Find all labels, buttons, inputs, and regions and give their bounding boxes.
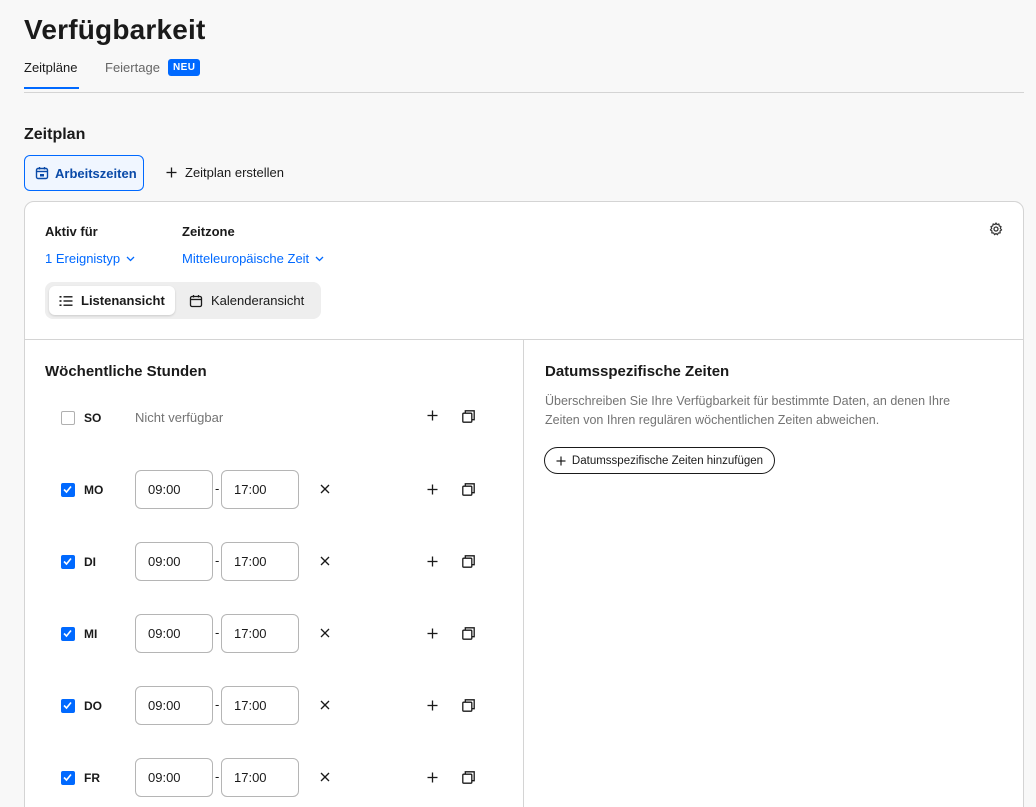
view-toggle: Listenansicht Kalenderansicht: [45, 282, 321, 319]
day-label: FR: [84, 771, 100, 785]
day-row-mi: MI 09:00 - 17:00: [25, 614, 523, 654]
day-row-do: DO 09:00 - 17:00: [25, 686, 523, 726]
chevron-down-icon: [126, 256, 135, 261]
plus-icon: [166, 167, 177, 178]
copy-icon[interactable]: [462, 627, 475, 640]
time-separator: -: [215, 481, 220, 496]
day-checkbox[interactable]: [61, 555, 75, 569]
plus-icon[interactable]: [427, 556, 438, 567]
start-time-input[interactable]: 09:00: [135, 686, 213, 725]
date-specific-description: Überschreiben Sie Ihre Verfügbarkeit für…: [545, 394, 951, 427]
day-row-di: DI 09:00 - 17:00: [25, 542, 523, 582]
schedule-name: Arbeitszeiten: [55, 165, 137, 181]
time-separator: -: [215, 769, 220, 784]
day-checkbox[interactable]: [61, 411, 75, 425]
plus-icon[interactable]: [427, 410, 438, 421]
day-label: DI: [84, 555, 96, 569]
copy-icon[interactable]: [462, 555, 475, 568]
day-row-fr: FR 09:00 - 17:00: [25, 758, 523, 798]
timezone-label: Zeitzone: [182, 224, 235, 239]
time-separator: -: [215, 625, 220, 640]
column-divider: [523, 339, 524, 807]
timezone-dropdown[interactable]: Mitteleuropäische Zeit: [182, 251, 324, 266]
calendar-icon: [189, 294, 203, 307]
close-icon[interactable]: [320, 772, 330, 782]
add-date-specific-label: Datumsspezifische Zeiten hinzufügen: [571, 454, 764, 467]
schedule-selector-button[interactable]: Arbeitszeiten: [24, 155, 144, 191]
day-checkbox[interactable]: [61, 699, 75, 713]
plus-icon[interactable]: [427, 628, 438, 639]
tab-label: Zeitpläne: [24, 60, 78, 75]
create-schedule-button[interactable]: Zeitplan erstellen: [166, 165, 284, 180]
add-date-specific-button[interactable]: Datumsspezifische Zeiten hinzufügen: [544, 447, 775, 474]
date-specific-title: Datumsspezifische Zeiten: [545, 363, 730, 380]
copy-icon[interactable]: [462, 410, 475, 423]
gear-icon: [989, 222, 1003, 236]
list-icon: [59, 295, 73, 306]
weekly-hours-title: Wöchentliche Stunden: [45, 363, 207, 380]
day-row-so: SO Nicht verfügbar: [25, 398, 523, 438]
plus-icon[interactable]: [427, 484, 438, 495]
day-checkbox[interactable]: [61, 483, 75, 497]
tab-zeitplaene[interactable]: Zeitpläne: [24, 60, 77, 75]
check-icon: [63, 557, 72, 566]
new-badge: NEU: [168, 59, 201, 76]
close-icon[interactable]: [320, 628, 330, 638]
timezone-value: Mitteleuropäische Zeit: [182, 251, 310, 266]
end-time-input[interactable]: 17:00: [221, 470, 299, 509]
calendar-view-button[interactable]: Kalenderansicht: [179, 286, 314, 315]
day-label: MO: [84, 483, 104, 497]
copy-icon[interactable]: [462, 699, 475, 712]
list-view-label: Listenansicht: [81, 293, 165, 308]
start-time-input[interactable]: 09:00: [135, 614, 213, 653]
end-time-input[interactable]: 17:00: [221, 542, 299, 581]
check-icon: [63, 773, 72, 782]
plus-icon: [556, 456, 566, 465]
tab-label: Feiertage: [105, 60, 160, 75]
start-time-input[interactable]: 09:00: [135, 542, 213, 581]
active-for-value: 1 Ereignistyp: [45, 251, 121, 266]
schedule-section-title: Zeitplan: [24, 126, 86, 143]
end-time-input[interactable]: 17:00: [221, 614, 299, 653]
copy-icon[interactable]: [462, 771, 475, 784]
plus-icon[interactable]: [427, 772, 438, 783]
page-title: Verfügbarkeit: [24, 14, 206, 45]
time-separator: -: [215, 697, 220, 712]
close-icon[interactable]: [320, 556, 330, 566]
tab-feiertage[interactable]: Feiertage NEU: [105, 59, 225, 76]
tabs: Zeitpläne Feiertage NEU: [24, 59, 1024, 93]
close-icon[interactable]: [320, 484, 330, 494]
settings-button[interactable]: [989, 222, 1003, 241]
divider: [25, 339, 1023, 340]
end-time-input[interactable]: 17:00: [221, 686, 299, 725]
close-icon[interactable]: [320, 700, 330, 710]
active-tab-indicator: [24, 87, 79, 89]
create-schedule-label: Zeitplan erstellen: [185, 165, 284, 180]
day-label: SO: [84, 411, 102, 425]
check-icon: [63, 629, 72, 638]
time-separator: -: [215, 553, 220, 568]
active-for-label: Aktiv für: [45, 224, 98, 239]
start-time-input[interactable]: 09:00: [135, 758, 213, 797]
day-checkbox[interactable]: [61, 771, 75, 785]
start-time-input[interactable]: 09:00: [135, 470, 213, 509]
day-row-mo: MO 09:00 - 17:00: [25, 470, 523, 510]
list-view-button[interactable]: Listenansicht: [49, 286, 175, 315]
end-time-input[interactable]: 17:00: [221, 758, 299, 797]
copy-icon[interactable]: [462, 483, 475, 496]
unavailable-label: Nicht verfügbar: [135, 410, 224, 425]
day-label: MI: [84, 627, 98, 641]
day-label: DO: [84, 699, 102, 713]
calendar-view-label: Kalenderansicht: [211, 293, 305, 308]
check-icon: [63, 485, 72, 494]
plus-icon[interactable]: [427, 700, 438, 711]
check-icon: [63, 701, 72, 710]
chevron-down-icon: [315, 256, 324, 261]
availability-card: Aktiv für 1 Ereignistyp Zeitzone Mittele…: [24, 201, 1024, 807]
day-checkbox[interactable]: [61, 627, 75, 641]
active-for-dropdown[interactable]: 1 Ereignistyp: [45, 251, 135, 266]
calendar-icon: [35, 167, 49, 180]
